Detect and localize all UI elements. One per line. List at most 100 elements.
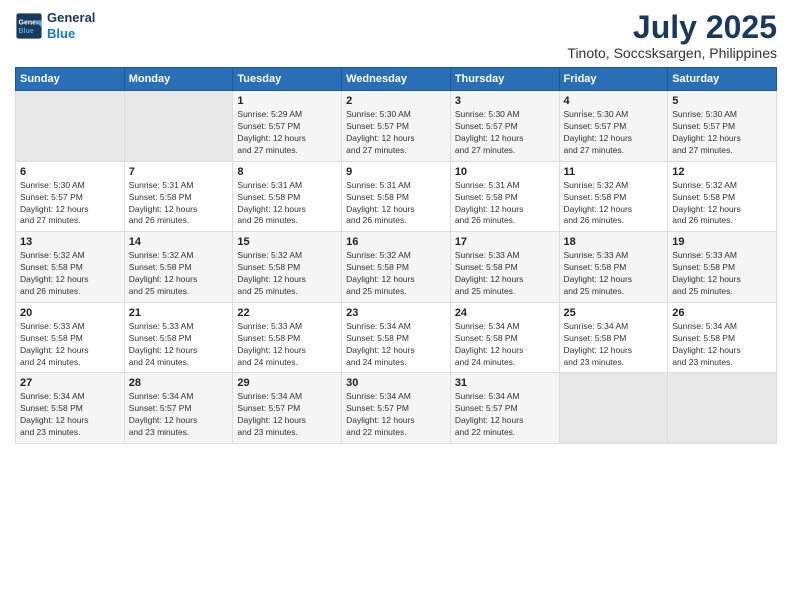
calendar-cell [16,91,125,162]
day-info: Sunrise: 5:34 AMSunset: 5:58 PMDaylight:… [564,321,664,369]
day-info: Sunrise: 5:32 AMSunset: 5:58 PMDaylight:… [346,250,446,298]
day-info: Sunrise: 5:30 AMSunset: 5:57 PMDaylight:… [455,109,555,157]
week-row: 6Sunrise: 5:30 AMSunset: 5:57 PMDaylight… [16,161,777,232]
header-day: Wednesday [342,68,451,91]
header-day: Saturday [668,68,777,91]
day-number: 8 [237,166,337,178]
day-number: 25 [564,307,664,319]
page: General Blue General Blue July 2025 Tino… [0,0,792,612]
calendar-cell: 16 Sunrise: 5:32 AMSunset: 5:58 PMDayligh… [342,232,451,303]
calendar-cell [559,373,668,444]
day-number: 9 [346,166,446,178]
day-info: Sunrise: 5:33 AMSunset: 5:58 PMDaylight:… [564,250,664,298]
day-number: 16 [346,236,446,248]
day-number: 23 [346,307,446,319]
day-info: Sunrise: 5:32 AMSunset: 5:58 PMDaylight:… [237,250,337,298]
day-number: 15 [237,236,337,248]
calendar-cell: 10Sunrise: 5:31 AMSunset: 5:58 PMDayligh… [450,161,559,232]
day-info: Sunrise: 5:30 AMSunset: 5:57 PMDaylight:… [346,109,446,157]
calendar-cell: 21Sunrise: 5:33 AMSunset: 5:58 PMDayligh… [124,302,233,373]
day-info: Sunrise: 5:32 AMSunset: 5:58 PMDaylight:… [129,250,229,298]
day-info: Sunrise: 5:30 AMSunset: 5:57 PMDaylight:… [672,109,772,157]
logo-line1: General [47,10,95,26]
day-info: Sunrise: 5:34 AMSunset: 5:58 PMDaylight:… [455,321,555,369]
svg-text:Blue: Blue [19,28,34,35]
day-number: 13 [20,236,120,248]
calendar-cell: 6Sunrise: 5:30 AMSunset: 5:57 PMDaylight… [16,161,125,232]
day-info: Sunrise: 5:31 AMSunset: 5:58 PMDaylight:… [129,180,229,228]
calendar-cell: 17Sunrise: 5:33 AMSunset: 5:58 PMDayligh… [450,232,559,303]
header-day: Monday [124,68,233,91]
day-number: 26 [672,307,772,319]
day-number: 31 [455,377,555,389]
day-info: Sunrise: 5:34 AMSunset: 5:57 PMDaylight:… [237,391,337,439]
day-info: Sunrise: 5:30 AMSunset: 5:57 PMDaylight:… [564,109,664,157]
day-number: 17 [455,236,555,248]
calendar-cell: 27 Sunrise: 5:34 AMSunset: 5:58 PMDayligh… [16,373,125,444]
day-info: Sunrise: 5:31 AMSunset: 5:58 PMDaylight:… [346,180,446,228]
calendar-cell: 22 Sunrise: 5:33 AMSunset: 5:58 PMDayligh… [233,302,342,373]
day-info: Sunrise: 5:31 AMSunset: 5:58 PMDaylight:… [237,180,337,228]
calendar-cell: 30 Sunrise: 5:34 AMSunset: 5:57 PMDayligh… [342,373,451,444]
day-number: 22 [237,307,337,319]
header-day: Sunday [16,68,125,91]
day-info: Sunrise: 5:34 AMSunset: 5:57 PMDaylight:… [129,391,229,439]
day-number: 29 [237,377,337,389]
calendar-cell: 12 Sunrise: 5:32 AMSunset: 5:58 PMDayligh… [668,161,777,232]
title-block: July 2025 Tinoto, Soccsksargen, Philippi… [567,10,777,61]
calendar-cell: 3 Sunrise: 5:30 AMSunset: 5:57 PMDaylight… [450,91,559,162]
week-row: 1Sunrise: 5:29 AMSunset: 5:57 PMDaylight… [16,91,777,162]
day-number: 3 [455,95,555,107]
calendar-cell: 24 Sunrise: 5:34 AMSunset: 5:58 PMDayligh… [450,302,559,373]
day-number: 28 [129,377,229,389]
calendar-cell: 2 Sunrise: 5:30 AMSunset: 5:57 PMDaylight… [342,91,451,162]
day-number: 18 [564,236,664,248]
calendar-cell: 14 Sunrise: 5:32 AMSunset: 5:58 PMDayligh… [124,232,233,303]
day-info: Sunrise: 5:33 AMSunset: 5:58 PMDaylight:… [672,250,772,298]
day-info: Sunrise: 5:33 AMSunset: 5:58 PMDaylight:… [237,321,337,369]
week-row: 27 Sunrise: 5:34 AMSunset: 5:58 PMDayligh… [16,373,777,444]
day-number: 1 [237,95,337,107]
day-info: Sunrise: 5:34 AMSunset: 5:58 PMDaylight:… [672,321,772,369]
logo: General Blue General Blue [15,10,95,41]
logo-text: General Blue [47,10,95,41]
day-number: 14 [129,236,229,248]
calendar-cell: 26 Sunrise: 5:34 AMSunset: 5:58 PMDayligh… [668,302,777,373]
logo-line2: Blue [47,26,75,41]
calendar-cell: 5 Sunrise: 5:30 AMSunset: 5:57 PMDaylight… [668,91,777,162]
week-row: 13 Sunrise: 5:32 AMSunset: 5:58 PMDayligh… [16,232,777,303]
calendar-cell: 4 Sunrise: 5:30 AMSunset: 5:57 PMDaylight… [559,91,668,162]
day-number: 11 [564,166,664,178]
day-number: 27 [20,377,120,389]
day-number: 30 [346,377,446,389]
day-info: Sunrise: 5:34 AMSunset: 5:58 PMDaylight:… [20,391,120,439]
header-day: Friday [559,68,668,91]
day-info: Sunrise: 5:34 AMSunset: 5:58 PMDaylight:… [346,321,446,369]
subtitle: Tinoto, Soccsksargen, Philippines [567,45,777,61]
day-number: 12 [672,166,772,178]
calendar-cell: 19Sunrise: 5:33 AMSunset: 5:58 PMDayligh… [668,232,777,303]
day-info: Sunrise: 5:30 AMSunset: 5:57 PMDaylight:… [20,180,120,228]
calendar-cell [124,91,233,162]
calendar-cell: 31Sunrise: 5:34 AMSunset: 5:57 PMDayligh… [450,373,559,444]
day-number: 24 [455,307,555,319]
day-number: 4 [564,95,664,107]
calendar-cell [668,373,777,444]
calendar-cell: 25 Sunrise: 5:34 AMSunset: 5:58 PMDayligh… [559,302,668,373]
day-number: 7 [129,166,229,178]
calendar-cell: 13Sunrise: 5:32 AMSunset: 5:58 PMDayligh… [16,232,125,303]
day-number: 2 [346,95,446,107]
calendar-cell: 7 Sunrise: 5:31 AMSunset: 5:58 PMDaylight… [124,161,233,232]
calendar-cell: 9 Sunrise: 5:31 AMSunset: 5:58 PMDaylight… [342,161,451,232]
calendar-cell: 20Sunrise: 5:33 AMSunset: 5:58 PMDayligh… [16,302,125,373]
day-info: Sunrise: 5:32 AMSunset: 5:58 PMDaylight:… [672,180,772,228]
day-info: Sunrise: 5:34 AMSunset: 5:57 PMDaylight:… [346,391,446,439]
header-row: SundayMondayTuesdayWednesdayThursdayFrid… [16,68,777,91]
calendar-cell: 29 Sunrise: 5:34 AMSunset: 5:57 PMDayligh… [233,373,342,444]
day-number: 10 [455,166,555,178]
day-number: 5 [672,95,772,107]
day-number: 21 [129,307,229,319]
header: General Blue General Blue July 2025 Tino… [15,10,777,61]
header-day: Thursday [450,68,559,91]
calendar-table: SundayMondayTuesdayWednesdayThursdayFrid… [15,67,777,444]
